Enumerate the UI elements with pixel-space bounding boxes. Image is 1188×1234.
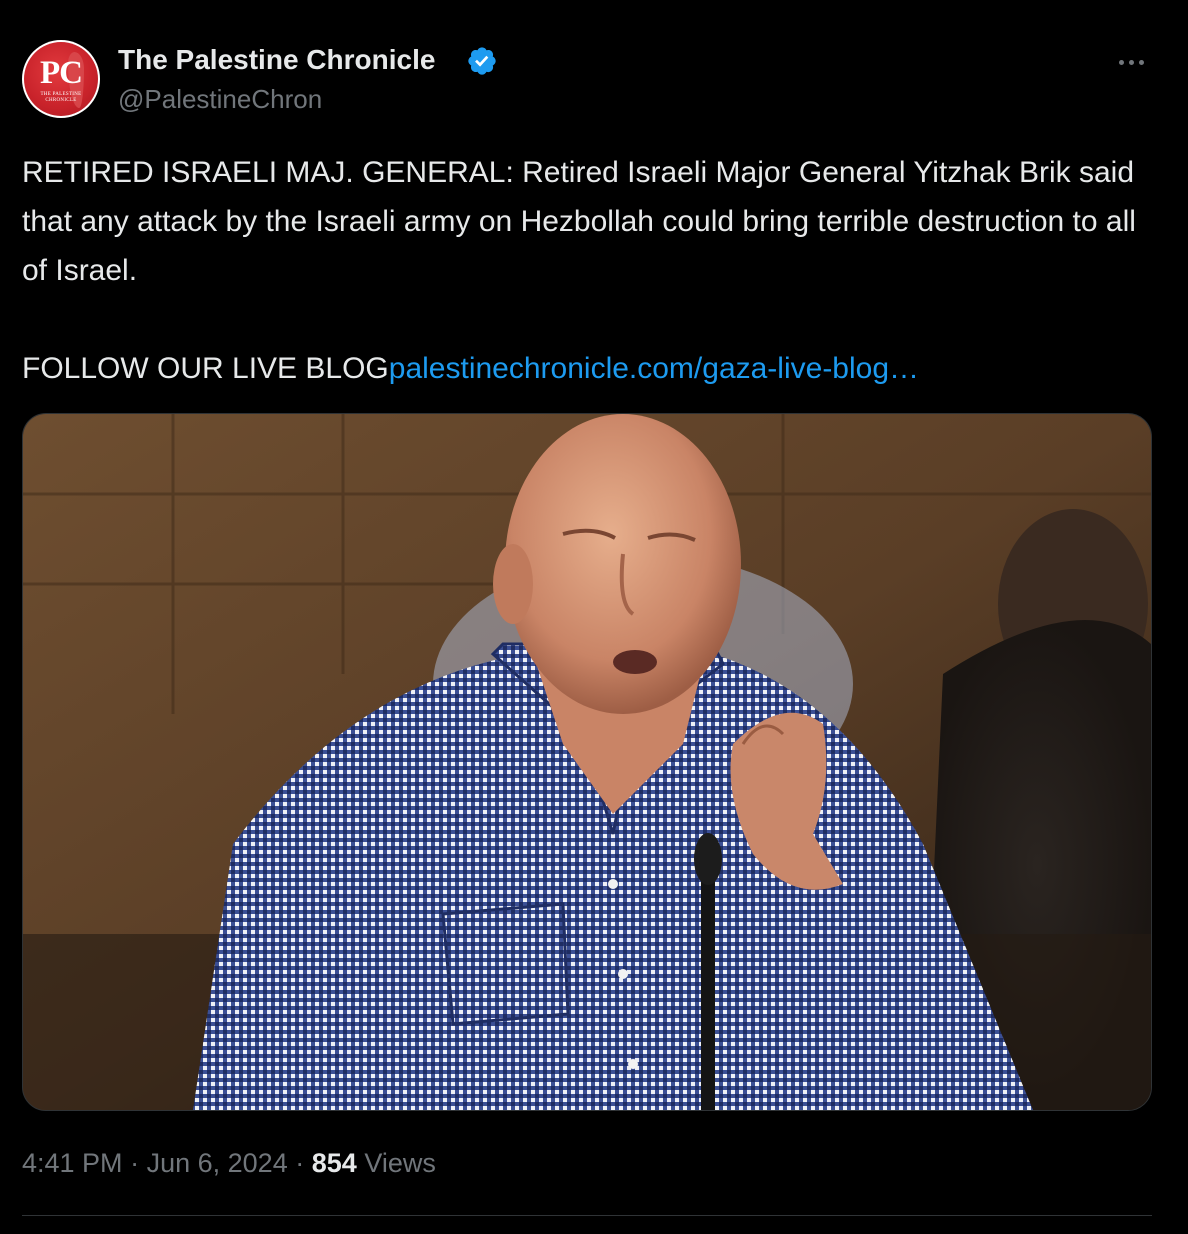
tweet-text: RETIRED ISRAELI MAJ. GENERAL: Retired Is… — [22, 148, 1152, 393]
tweet-meta: 4:41 PM · Jun 6, 2024 · 854 Views — [22, 1145, 436, 1181]
follow-line: FOLLOW OUR LIVE BLOGpalestinechronicle.c… — [22, 344, 1152, 393]
tweet-date[interactable]: Jun 6, 2024 — [147, 1148, 288, 1178]
dot-icon — [1129, 60, 1134, 65]
display-name[interactable]: The Palestine Chronicle — [118, 42, 435, 78]
dot-icon — [1119, 60, 1124, 65]
photo-illustration — [23, 414, 1151, 1110]
account-handle[interactable]: @PalestineChron — [118, 82, 322, 116]
tweet-text-paragraph: RETIRED ISRAELI MAJ. GENERAL: Retired Is… — [22, 156, 1136, 287]
avatar-subtext-line2: CHRONICLE — [45, 98, 77, 103]
avatar-logo: PC THE PALESTINE CHRONICLE — [24, 42, 98, 116]
divider — [22, 1215, 1152, 1216]
avatar-subtext: THE PALESTINE CHRONICLE — [24, 92, 98, 104]
verified-badge-icon — [468, 47, 496, 75]
views-count: 854 — [311, 1148, 357, 1178]
avatar[interactable]: PC THE PALESTINE CHRONICLE — [22, 40, 100, 118]
separator: · — [130, 1148, 140, 1178]
separator: · — [295, 1148, 305, 1178]
views-label: Views — [364, 1148, 436, 1178]
more-options-button[interactable] — [1112, 48, 1152, 76]
avatar-initials: PC — [40, 55, 83, 91]
tweet-container: PC THE PALESTINE CHRONICLE The Palestine… — [0, 0, 1188, 1234]
follow-text: FOLLOW OUR LIVE BLOG — [22, 352, 389, 385]
tweet-time[interactable]: 4:41 PM — [22, 1148, 123, 1178]
live-blog-link[interactable]: palestinechronicle.com/gaza-live-blog… — [389, 352, 919, 385]
tweet-media-image[interactable] — [22, 413, 1152, 1111]
dot-icon — [1139, 60, 1144, 65]
